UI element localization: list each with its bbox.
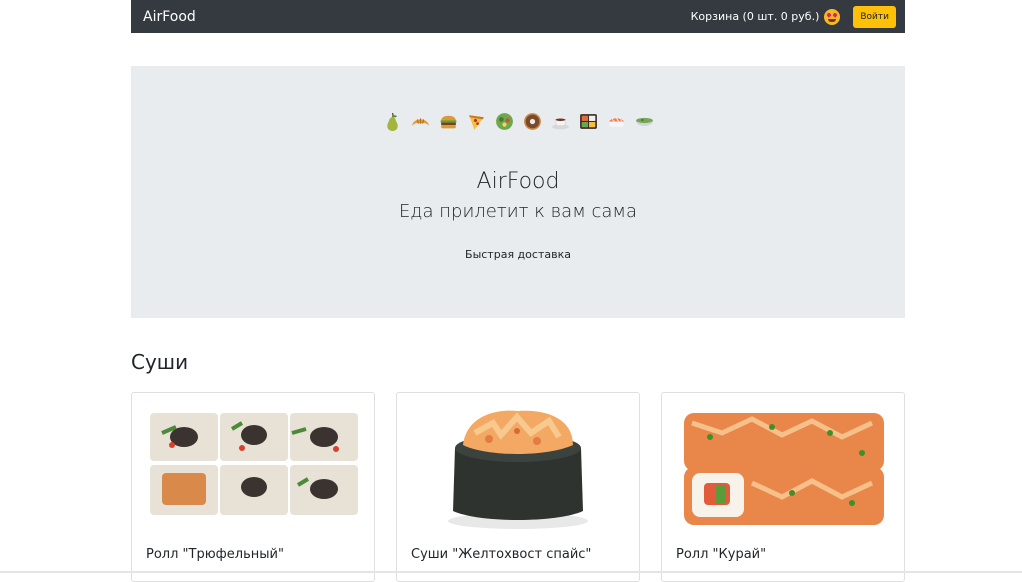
hero-subtitle: Еда прилетит к вам сама <box>398 201 638 222</box>
product-card[interactable]: Ролл "Курай" <box>661 392 905 582</box>
navbar-right: Корзина (0 шт. 0 руб.) Войти <box>691 5 896 28</box>
heart-eyes-face-icon <box>824 8 841 25</box>
donut-icon <box>523 113 541 130</box>
product-card[interactable]: Ролл "Трюфельный" <box>131 392 375 582</box>
soup-icon <box>635 117 653 126</box>
hero-note: Быстрая доставка <box>465 248 571 261</box>
salad-icon <box>495 113 513 130</box>
section-title-sushi: Суши <box>131 350 189 374</box>
hero-title: AirFood <box>476 169 560 194</box>
coffee-icon <box>551 118 569 130</box>
food-icons-row <box>131 111 905 132</box>
product-card[interactable]: Суши "Желтохвост спайс" <box>396 392 640 582</box>
truffle-roll-image <box>132 393 374 538</box>
brand-link[interactable]: AirFood <box>143 9 196 25</box>
cart-link[interactable]: Корзина (0 шт. 0 руб.) <box>691 10 820 23</box>
yellowtail-sushi-image <box>397 393 639 538</box>
product-title: Суши "Желтохвост спайс" <box>411 547 592 562</box>
product-title: Ролл "Курай" <box>676 547 767 562</box>
croissant-icon <box>411 118 429 126</box>
login-button[interactable]: Войти <box>853 5 896 28</box>
hero-banner: AirFood Еда прилетит к вам сама Быстрая … <box>131 66 905 318</box>
product-title: Ролл "Трюфельный" <box>146 547 284 562</box>
burger-icon <box>440 115 456 129</box>
sushi-icon <box>608 118 624 127</box>
kurai-roll-image <box>662 393 904 538</box>
pear-icon <box>386 112 398 131</box>
bento-icon <box>579 114 597 129</box>
navbar: AirFood Корзина (0 шт. 0 руб.) Войти <box>131 0 905 33</box>
pizza-icon <box>468 115 484 130</box>
